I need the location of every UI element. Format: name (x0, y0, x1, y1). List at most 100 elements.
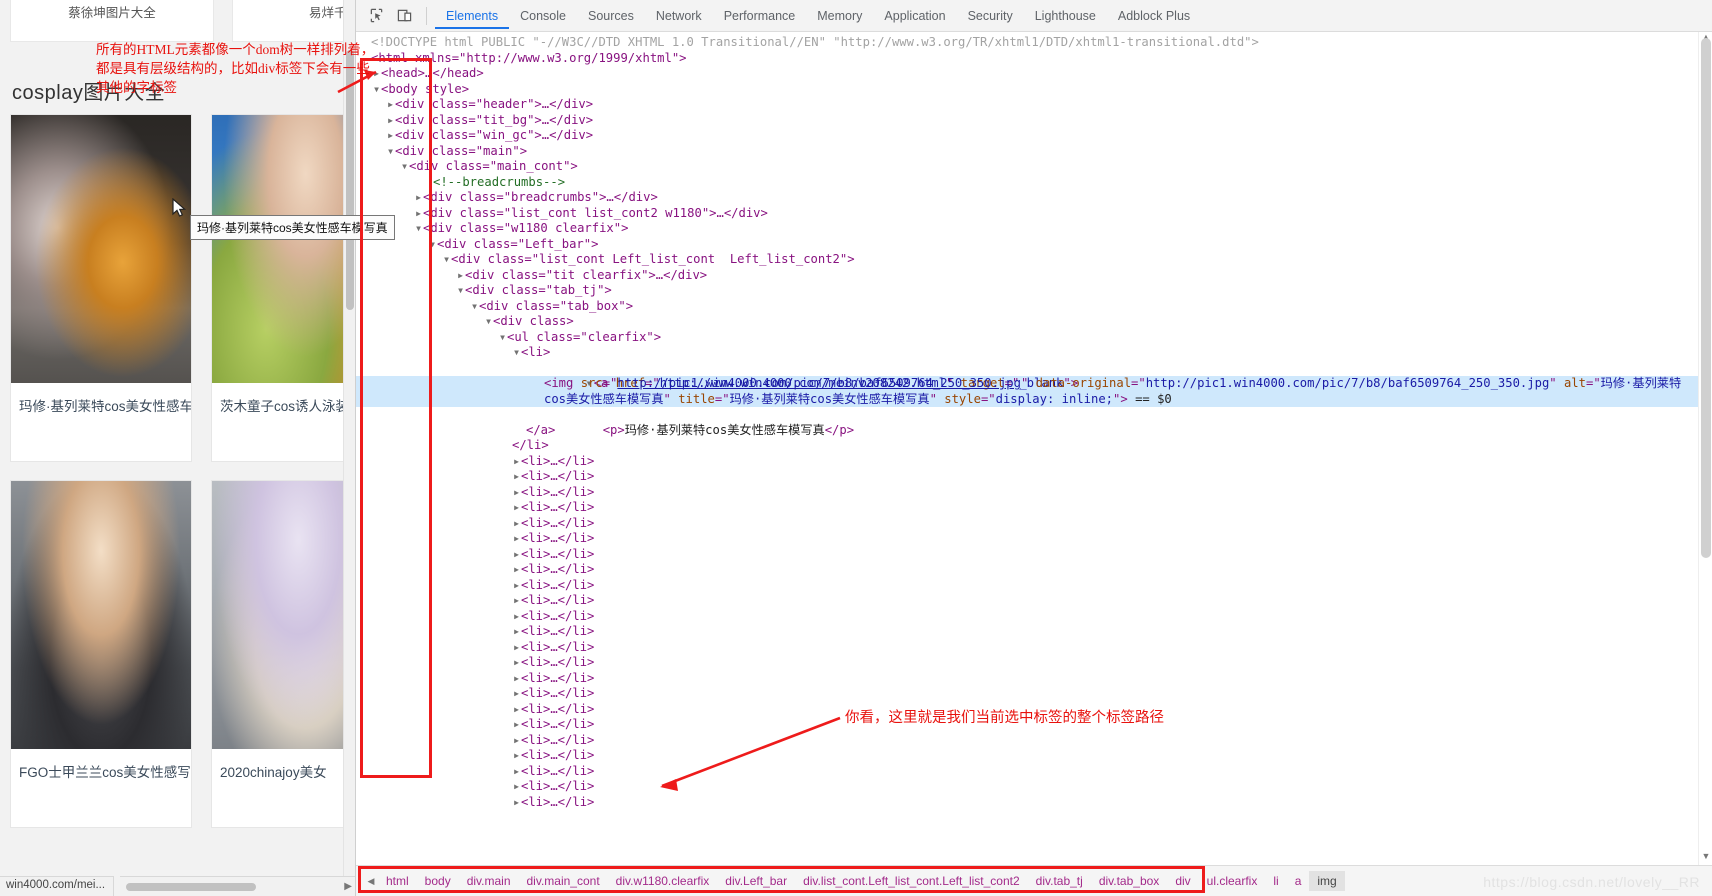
gallery-card-1[interactable]: 茨木童子cos诱人泳装 (211, 114, 355, 462)
disclosure-triangle-icon[interactable]: ▸ (512, 485, 521, 501)
disclosure-triangle-icon[interactable]: ▸ (512, 748, 521, 764)
disclosure-triangle-icon[interactable]: ▸ (512, 717, 521, 733)
tab-application[interactable]: Application (873, 2, 956, 29)
tab-security[interactable]: Security (957, 2, 1024, 29)
dom-line-collapsed-li[interactable]: ▸<li>…</li> (356, 469, 1698, 485)
dom-line-anchor[interactable]: ▾<a href="http://www.win4000.com/meinv20… (356, 361, 1698, 390)
disclosure-triangle-icon[interactable]: ▸ (512, 516, 521, 532)
disclosure-triangle-icon[interactable]: ▸ (512, 469, 521, 485)
dom-line-div-main[interactable]: ▾<div class="main"> (356, 144, 1698, 160)
dom-line-collapsed-li[interactable]: ▸<li>…</li> (356, 454, 1698, 470)
dom-line-collapsed-li[interactable]: ▸<li>…</li> (356, 795, 1698, 811)
page-vertical-scrollbar[interactable] (343, 0, 355, 878)
disclosure-triangle-icon[interactable]: ▸ (512, 640, 521, 656)
disclosure-triangle-icon[interactable]: ▸ (512, 624, 521, 640)
gallery-card-3[interactable]: 2020chinajoy美女 (211, 480, 355, 828)
breadcrumb-a[interactable]: a (1287, 871, 1310, 891)
dom-line-collapsed-li[interactable]: ▸<li>…</li> (356, 671, 1698, 687)
dom-line-div-left-list-cont[interactable]: ▾<div class="list_cont Left_list_cont Le… (356, 252, 1698, 268)
tab-network[interactable]: Network (645, 2, 713, 29)
dom-line-collapsed-li[interactable]: ▸<li>…</li> (356, 764, 1698, 780)
tab-sources[interactable]: Sources (577, 2, 645, 29)
dom-line-collapsed-li[interactable]: ▸<li>…</li> (356, 686, 1698, 702)
dom-line-p[interactable]: <p>玛修·基列莱特cos美女性感车模写真</p> (356, 407, 1698, 437)
tab-performance[interactable]: Performance (713, 2, 807, 29)
page-horizontal-scrollbar-thumb[interactable] (126, 883, 256, 891)
breadcrumb-li[interactable]: li (1265, 871, 1286, 891)
dom-line-ul-clearfix[interactable]: ▾<ul class="clearfix"> (356, 330, 1698, 346)
dom-line-collapsed-li[interactable]: ▸<li>…</li> (356, 733, 1698, 749)
dom-line-div-header[interactable]: ▸<div class="header">…</div> (356, 97, 1698, 113)
top-card-0[interactable]: 蔡徐坤图片大全 (10, 0, 214, 42)
dom-line-div-w1180[interactable]: ▾<div class="w1180 clearfix"> (356, 221, 1698, 237)
gallery-card-0-caption[interactable]: 玛修·基列莱特cos美女性感车 (11, 383, 191, 425)
tab-memory[interactable]: Memory (806, 2, 873, 29)
disclosure-triangle-icon[interactable]: ▸ (512, 547, 521, 563)
breadcrumb-img[interactable]: img (1309, 871, 1345, 891)
dom-line-collapsed-li[interactable]: ▸<li>…</li> (356, 562, 1698, 578)
tab-console[interactable]: Console (509, 2, 577, 29)
disclosure-triangle-icon[interactable]: ▸ (512, 531, 521, 547)
dom-line-head[interactable]: ▸<head>…</head> (356, 66, 1698, 82)
disclosure-triangle-icon[interactable]: ▸ (512, 733, 521, 749)
dom-line-html[interactable]: ▸<html xmlns="http://www.w3.org/1999/xht… (356, 51, 1698, 67)
disclosure-triangle-icon[interactable]: ▸ (512, 671, 521, 687)
breadcrumb-ul-clearfix[interactable]: ul.clearfix (1199, 871, 1266, 891)
elements-dom-tree[interactable]: ▸<!DOCTYPE html PUBLIC "-//W3C//DTD XHTM… (356, 32, 1698, 865)
top-card-1[interactable]: 易烊千玺 (232, 0, 355, 42)
dom-line-collapsed-li[interactable]: ▸<li>…</li> (356, 609, 1698, 625)
dom-line-collapsed-li[interactable]: ▸<li>…</li> (356, 578, 1698, 594)
dom-line-div-tit-bg[interactable]: ▸<div class="tit_bg">…</div> (356, 113, 1698, 129)
dom-line-collapsed-li[interactable]: ▸<li>…</li> (356, 485, 1698, 501)
inspect-element-icon[interactable] (362, 3, 390, 29)
disclosure-triangle-icon[interactable]: ▸ (512, 454, 521, 470)
gallery-card-1-caption[interactable]: 茨木童子cos诱人泳装 (212, 383, 355, 425)
dom-line-div-tab-box[interactable]: ▾<div class="tab_box"> (356, 299, 1698, 315)
dom-line-div-tab-tj[interactable]: ▾<div class="tab_tj"> (356, 283, 1698, 299)
tab-adblock-plus[interactable]: Adblock Plus (1107, 2, 1201, 29)
dom-line-collapsed-li[interactable]: ▸<li>…</li> (356, 500, 1698, 516)
disclosure-triangle-icon[interactable]: ▸ (512, 593, 521, 609)
scroll-down-arrow-icon[interactable]: ▼ (1699, 851, 1712, 865)
dom-line-body[interactable]: ▾<body style> (356, 82, 1698, 98)
devtools-vertical-scrollbar-thumb[interactable] (1701, 38, 1711, 558)
dom-line-div-tit-clearfix[interactable]: ▸<div class="tit clearfix">…</div> (356, 268, 1698, 284)
dom-line-div-win-gc[interactable]: ▸<div class="win_gc">…</div> (356, 128, 1698, 144)
dom-line-li-open[interactable]: ▾<li> (356, 345, 1698, 361)
gallery-card-3-thumbnail[interactable] (212, 481, 355, 749)
browser-page-viewport[interactable]: 蔡徐坤图片大全 易烊千玺 cosplay图片大全 玛修·基列莱特cos美女性感车… (0, 0, 355, 896)
disclosure-triangle-icon[interactable]: ▸ (512, 500, 521, 516)
tab-lighthouse[interactable]: Lighthouse (1024, 2, 1107, 29)
gallery-card-1-thumbnail[interactable] (212, 115, 355, 383)
dom-line-collapsed-li[interactable]: ▸<li>…</li> (356, 593, 1698, 609)
disclosure-triangle-icon[interactable]: ▸ (512, 764, 521, 780)
disclosure-triangle-icon[interactable]: ▸ (512, 609, 521, 625)
scroll-right-arrow-icon[interactable]: ▶ (344, 881, 352, 892)
dom-line-div-left-bar[interactable]: ▾<div class="Left_bar"> (356, 237, 1698, 253)
disclosure-triangle-icon[interactable]: ▸ (512, 655, 521, 671)
page-horizontal-scrollbar[interactable]: ▶ (120, 876, 355, 896)
gallery-card-2-caption[interactable]: FGO士甲兰兰cos美女性感写 (11, 749, 191, 791)
gallery-card-0[interactable]: 玛修·基列莱特cos美女性感车 (10, 114, 192, 462)
dom-line-collapsed-li[interactable]: ▸<li>…</li> (356, 531, 1698, 547)
dom-line-collapsed-li[interactable]: ▸<li>…</li> (356, 640, 1698, 656)
disclosure-triangle-icon[interactable]: ▸ (512, 779, 521, 795)
dom-line-collapsed-li[interactable]: ▸<li>…</li> (356, 624, 1698, 640)
disclosure-triangle-icon[interactable]: ▸ (512, 562, 521, 578)
disclosure-triangle-icon[interactable]: ▸ (512, 578, 521, 594)
device-toolbar-icon[interactable] (390, 3, 418, 29)
gallery-card-3-caption[interactable]: 2020chinajoy美女 (212, 749, 355, 791)
disclosure-triangle-icon[interactable]: ▸ (512, 795, 521, 811)
dom-line-collapsed-li[interactable]: ▸<li>…</li> (356, 748, 1698, 764)
dom-line-div-class[interactable]: ▾<div class> (356, 314, 1698, 330)
dom-line-img-selected[interactable]: <img src="http://pic1.win4000.com/pic/7/… (356, 376, 1698, 407)
dom-line-div-breadcrumbs[interactable]: ▸<div class="breadcrumbs">…</div> (356, 190, 1698, 206)
disclosure-triangle-icon[interactable]: ▸ (512, 702, 521, 718)
disclosure-triangle-icon[interactable]: ▸ (512, 686, 521, 702)
gallery-card-0-thumbnail[interactable] (11, 115, 191, 383)
dom-line-collapsed-li[interactable]: ▸<li>…</li> (356, 655, 1698, 671)
dom-line-div-list-cont2[interactable]: ▸<div class="list_cont list_cont2 w1180"… (356, 206, 1698, 222)
gallery-card-2[interactable]: FGO士甲兰兰cos美女性感写 (10, 480, 192, 828)
tab-elements[interactable]: Elements (435, 2, 509, 29)
dom-line-collapsed-li[interactable]: ▸<li>…</li> (356, 779, 1698, 795)
